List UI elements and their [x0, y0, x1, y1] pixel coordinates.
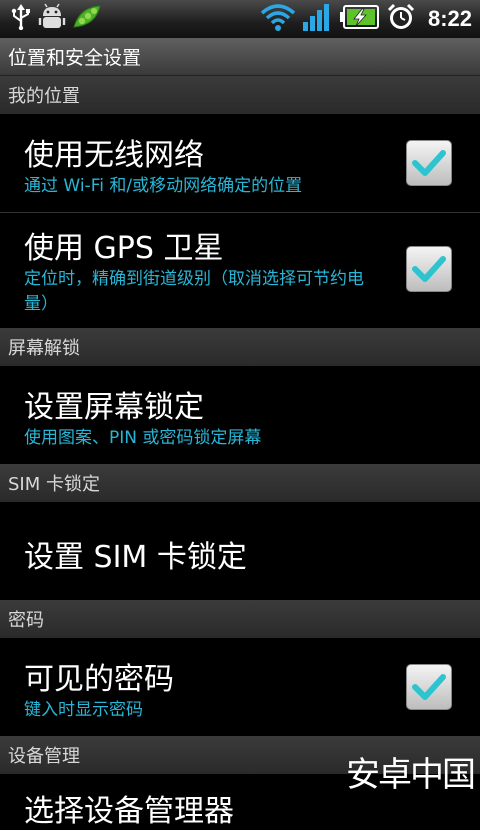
usb-icon	[10, 4, 32, 34]
wireless-location-title: 使用无线网络	[24, 138, 204, 173]
signal-icon	[302, 2, 334, 36]
sim-lock-title: 设置 SIM 卡锁定	[24, 540, 247, 575]
section-header-screen-unlock: 屏幕解锁	[0, 328, 480, 366]
wireless-location-row[interactable]: 使用无线网络 通过 Wi-Fi 和/或移动网络确定的位置	[0, 114, 480, 212]
gps-summary: 定位时，精确到街道级别（取消选择可节约电量）	[24, 269, 364, 314]
checkmark-icon	[412, 674, 446, 700]
gps-row[interactable]: 使用 GPS 卫星 定位时，精确到街道级别（取消选择可节约电量）	[0, 213, 480, 328]
checkmark-icon	[412, 256, 446, 282]
visible-password-summary: 键入时显示密码	[24, 700, 143, 720]
device-admins-title[interactable]: 选择设备管理器	[24, 786, 234, 830]
visible-password-title: 可见的密码	[24, 662, 174, 697]
page-title: 位置和安全设置	[0, 38, 480, 76]
section-header-location: 我的位置	[0, 76, 480, 114]
screen-lock-row[interactable]: 设置屏幕锁定 使用图案、PIN 或密码锁定屏幕	[0, 366, 480, 464]
visible-password-checkbox[interactable]	[406, 664, 452, 710]
battery-charging-icon	[339, 3, 380, 35]
status-bar: 8:22	[0, 0, 480, 38]
section-header-passwords: 密码	[0, 600, 480, 638]
gps-title: 使用 GPS 卫星	[24, 231, 224, 266]
screen-lock-summary: 使用图案、PIN 或密码锁定屏幕	[24, 428, 262, 448]
checkmark-icon	[412, 150, 446, 176]
wifi-icon	[260, 2, 296, 36]
wireless-location-summary: 通过 Wi-Fi 和/或移动网络确定的位置	[24, 176, 303, 196]
watermark: 安卓中国	[346, 755, 476, 795]
screen-lock-title: 设置屏幕锁定	[24, 390, 204, 425]
sim-lock-row[interactable]: 设置 SIM 卡锁定	[0, 502, 480, 600]
android-debug-icon	[38, 3, 66, 35]
wireless-location-checkbox[interactable]	[406, 140, 452, 186]
gps-checkbox[interactable]	[406, 246, 452, 292]
peapod-app-icon	[72, 3, 102, 35]
clock: 8:22	[427, 6, 472, 31]
visible-password-row[interactable]: 可见的密码 键入时显示密码	[0, 638, 480, 736]
section-header-sim-lock: SIM 卡锁定	[0, 464, 480, 502]
alarm-clock-icon	[386, 2, 416, 36]
